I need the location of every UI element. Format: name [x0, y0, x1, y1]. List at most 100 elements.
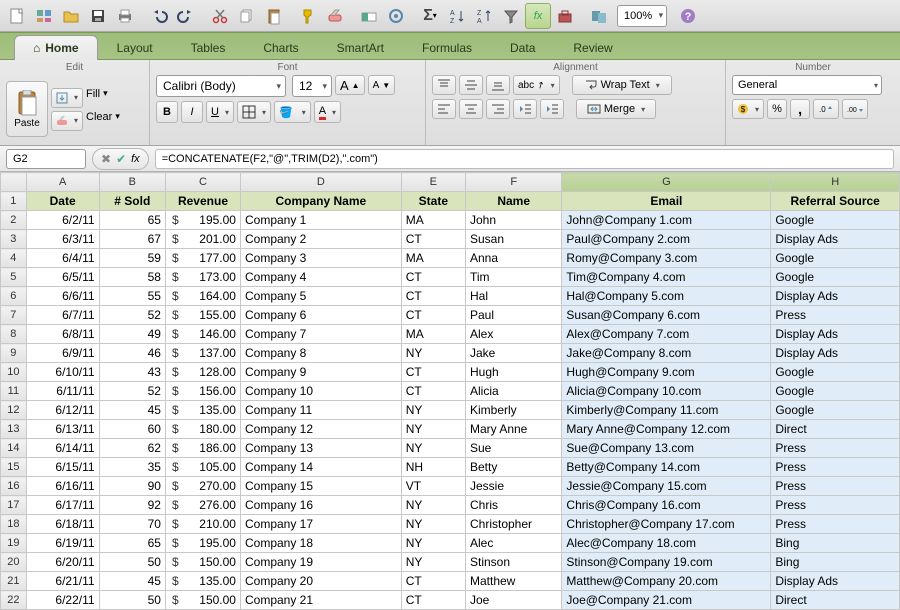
cell-C16[interactable]: 270.00 [165, 477, 240, 496]
align-middle-button[interactable] [459, 75, 483, 95]
new-doc-icon[interactable] [4, 3, 30, 29]
cell-E21[interactable]: CT [401, 572, 465, 591]
cell-F13[interactable]: Mary Anne [465, 420, 561, 439]
col-header-H[interactable]: H [771, 173, 900, 192]
cell-H17[interactable]: Press [771, 496, 900, 515]
cell-C4[interactable]: 177.00 [165, 249, 240, 268]
fx-icon[interactable]: fx [131, 153, 140, 165]
cell-D10[interactable]: Company 9 [240, 363, 401, 382]
tab-tables[interactable]: Tables [172, 35, 245, 60]
zoom-select[interactable]: 100% [617, 5, 667, 27]
cell-C10[interactable]: 128.00 [165, 363, 240, 382]
cell-H8[interactable]: Display Ads [771, 325, 900, 344]
grow-font-button[interactable]: A▲ [335, 75, 365, 95]
cell-D7[interactable]: Company 6 [240, 306, 401, 325]
align-right-button[interactable] [486, 99, 510, 119]
currency-button[interactable]: $ [732, 99, 764, 119]
cell-F9[interactable]: Jake [465, 344, 561, 363]
cell-B5[interactable]: 58 [99, 268, 165, 287]
cell-G11[interactable]: Alicia@Company 10.com [562, 382, 771, 401]
fill-down-button[interactable] [51, 88, 83, 108]
cell-F15[interactable]: Betty [465, 458, 561, 477]
cell-D2[interactable]: Company 1 [240, 211, 401, 230]
header-cell-D[interactable]: Company Name [240, 192, 401, 211]
cell-A21[interactable]: 6/21/11 [26, 572, 99, 591]
cell-E19[interactable]: NY [401, 534, 465, 553]
shrink-font-button[interactable]: A▼ [368, 75, 396, 95]
italic-button[interactable]: I [181, 101, 203, 123]
cell-A15[interactable]: 6/15/11 [26, 458, 99, 477]
format-painter-icon[interactable] [295, 3, 321, 29]
cell-F11[interactable]: Alicia [465, 382, 561, 401]
cell-G4[interactable]: Romy@Company 3.com [562, 249, 771, 268]
cell-F4[interactable]: Anna [465, 249, 561, 268]
cell-D14[interactable]: Company 13 [240, 439, 401, 458]
cut-icon[interactable] [207, 3, 233, 29]
templates-icon[interactable] [31, 3, 57, 29]
cell-E5[interactable]: CT [401, 268, 465, 287]
cell-D20[interactable]: Company 19 [240, 553, 401, 572]
row-header-5[interactable]: 5 [1, 268, 27, 287]
select-all-corner[interactable] [1, 173, 27, 192]
increase-indent-button[interactable] [540, 99, 564, 119]
decrease-indent-button[interactable] [513, 99, 537, 119]
cell-F17[interactable]: Chris [465, 496, 561, 515]
cell-B15[interactable]: 35 [99, 458, 165, 477]
cell-G7[interactable]: Susan@Company 6.com [562, 306, 771, 325]
cell-C22[interactable]: 150.00 [165, 591, 240, 610]
cell-G14[interactable]: Sue@Company 13.com [562, 439, 771, 458]
paste-icon[interactable] [261, 3, 287, 29]
clear-format-icon[interactable] [322, 3, 348, 29]
cell-B13[interactable]: 60 [99, 420, 165, 439]
show-hide-icon[interactable] [356, 3, 382, 29]
wrap-text-button[interactable]: Wrap Text [572, 75, 672, 95]
cell-C15[interactable]: 105.00 [165, 458, 240, 477]
cell-B2[interactable]: 65 [99, 211, 165, 230]
cell-E16[interactable]: VT [401, 477, 465, 496]
cell-H6[interactable]: Display Ads [771, 287, 900, 306]
row-header-9[interactable]: 9 [1, 344, 27, 363]
cell-F16[interactable]: Jessie [465, 477, 561, 496]
cell-G16[interactable]: Jessie@Company 15.com [562, 477, 771, 496]
cell-D22[interactable]: Company 21 [240, 591, 401, 610]
number-format-select[interactable]: General [732, 75, 882, 95]
cell-A3[interactable]: 6/3/11 [26, 230, 99, 249]
media-icon[interactable] [586, 3, 612, 29]
cell-G19[interactable]: Alec@Company 18.com [562, 534, 771, 553]
autosum-icon[interactable]: Σ▾ [417, 3, 443, 29]
increase-decimal-button[interactable]: .00 [842, 99, 868, 119]
cell-F6[interactable]: Hal [465, 287, 561, 306]
cell-E7[interactable]: CT [401, 306, 465, 325]
cell-B4[interactable]: 59 [99, 249, 165, 268]
cell-E22[interactable]: CT [401, 591, 465, 610]
cell-F22[interactable]: Joe [465, 591, 561, 610]
cell-F7[interactable]: Paul [465, 306, 561, 325]
cell-C7[interactable]: 155.00 [165, 306, 240, 325]
cell-G21[interactable]: Matthew@Company 20.com [562, 572, 771, 591]
row-header-3[interactable]: 3 [1, 230, 27, 249]
header-cell-B[interactable]: # Sold [99, 192, 165, 211]
cell-E18[interactable]: NY [401, 515, 465, 534]
cell-G9[interactable]: Jake@Company 8.com [562, 344, 771, 363]
cell-C18[interactable]: 210.00 [165, 515, 240, 534]
tab-smartart[interactable]: SmartArt [318, 35, 403, 60]
cell-F19[interactable]: Alec [465, 534, 561, 553]
cell-C9[interactable]: 137.00 [165, 344, 240, 363]
col-header-G[interactable]: G [562, 173, 771, 192]
cell-D17[interactable]: Company 16 [240, 496, 401, 515]
row-header-12[interactable]: 12 [1, 401, 27, 420]
row-header-10[interactable]: 10 [1, 363, 27, 382]
cell-E9[interactable]: NY [401, 344, 465, 363]
row-header-4[interactable]: 4 [1, 249, 27, 268]
cell-A4[interactable]: 6/4/11 [26, 249, 99, 268]
cell-F21[interactable]: Matthew [465, 572, 561, 591]
cell-H14[interactable]: Press [771, 439, 900, 458]
row-header-2[interactable]: 2 [1, 211, 27, 230]
cell-G5[interactable]: Tim@Company 4.com [562, 268, 771, 287]
cell-H10[interactable]: Google [771, 363, 900, 382]
cell-H15[interactable]: Press [771, 458, 900, 477]
save-icon[interactable] [85, 3, 111, 29]
clear-button[interactable] [51, 111, 83, 131]
header-cell-H[interactable]: Referral Source [771, 192, 900, 211]
cell-B22[interactable]: 50 [99, 591, 165, 610]
